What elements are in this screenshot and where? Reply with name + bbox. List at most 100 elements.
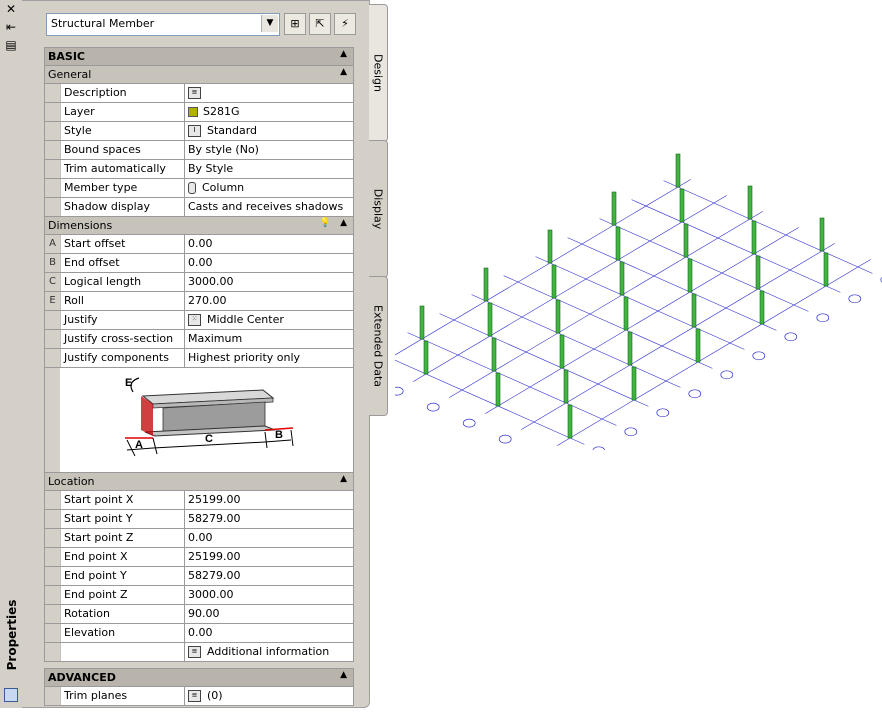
property-value[interactable]: Maximum bbox=[188, 330, 353, 348]
property-value[interactable]: 3000.00 bbox=[188, 273, 353, 291]
property-row-bound-spaces[interactable]: Bound spaces By style (No) bbox=[44, 140, 354, 159]
grid-bubble bbox=[848, 294, 862, 304]
structural-column bbox=[611, 191, 617, 226]
palette-menu-icon[interactable]: ▤ bbox=[3, 38, 19, 52]
property-value[interactable]: ≡ (0) bbox=[188, 687, 353, 705]
property-row-rotation[interactable]: Rotation 90.00 bbox=[44, 604, 354, 623]
property-label: Bound spaces bbox=[60, 141, 185, 159]
property-row-end-z[interactable]: End point Z 3000.00 bbox=[44, 585, 354, 604]
category-location[interactable]: Location ▲ bbox=[44, 472, 354, 490]
property-label: Start point Y bbox=[60, 510, 185, 528]
property-row-start-x[interactable]: Start point X 25199.00 bbox=[44, 490, 354, 509]
property-row-justify-cross-section[interactable]: Justify cross-section Maximum bbox=[44, 329, 354, 348]
property-value[interactable]: ≡ Additional information bbox=[188, 643, 353, 661]
property-value[interactable]: ⁙ Middle Center bbox=[188, 311, 353, 329]
property-value[interactable]: 25199.00 bbox=[188, 548, 353, 566]
property-value[interactable]: S281G bbox=[188, 103, 353, 121]
property-row-description[interactable]: Description ≡ bbox=[44, 83, 354, 102]
property-value[interactable]: Casts and receives shadows bbox=[188, 198, 353, 216]
property-row-logical-length[interactable]: C Logical length 3000.00 bbox=[44, 272, 354, 291]
property-row-justify-components[interactable]: Justify components Highest priority only bbox=[44, 348, 354, 367]
property-row-end-x[interactable]: End point X 25199.00 bbox=[44, 547, 354, 566]
row-gutter bbox=[45, 510, 60, 528]
section-title: ADVANCED bbox=[48, 671, 116, 684]
tab-display[interactable]: Display bbox=[369, 140, 388, 278]
grid-bubble bbox=[656, 408, 670, 418]
tab-design[interactable]: Design bbox=[369, 4, 388, 142]
tab-extended-data[interactable]: Extended Data bbox=[369, 276, 388, 416]
structural-column bbox=[819, 217, 825, 252]
collapse-icon[interactable]: ▲ bbox=[340, 218, 347, 228]
collapse-icon[interactable]: ▲ bbox=[340, 474, 347, 484]
property-label: End point Z bbox=[60, 586, 185, 604]
property-value[interactable]: 0.00 bbox=[188, 235, 353, 253]
property-value[interactable]: 90.00 bbox=[188, 605, 353, 623]
collapse-icon[interactable]: ▲ bbox=[340, 49, 347, 59]
property-label: Roll bbox=[60, 292, 185, 310]
property-row-member-type[interactable]: Member type Column bbox=[44, 178, 354, 197]
close-icon[interactable]: ✕ bbox=[3, 2, 19, 16]
grid-bubble bbox=[498, 434, 512, 444]
property-value[interactable]: I Standard bbox=[188, 122, 353, 140]
dimension-letter: B bbox=[45, 254, 60, 272]
property-label: Justify bbox=[60, 311, 185, 329]
property-value[interactable]: 58279.00 bbox=[188, 567, 353, 585]
section-advanced[interactable]: ADVANCED ▲ bbox=[44, 668, 354, 686]
property-row-additional-info[interactable]: ≡ Additional information bbox=[44, 642, 354, 661]
property-value[interactable]: 270.00 bbox=[188, 292, 353, 310]
quick-select-icon[interactable]: ⊞ bbox=[284, 13, 306, 35]
property-value[interactable]: 25199.00 bbox=[188, 491, 353, 509]
property-row-trim-planes[interactable]: Trim planes ≡ (0) bbox=[44, 686, 354, 706]
structural-column bbox=[483, 267, 489, 302]
property-value[interactable]: By Style bbox=[188, 160, 353, 178]
property-row-start-z[interactable]: Start point Z 0.00 bbox=[44, 528, 354, 547]
property-row-end-y[interactable]: End point Y 58279.00 bbox=[44, 566, 354, 585]
lightbulb-icon[interactable]: 💡 bbox=[320, 218, 331, 228]
property-value[interactable]: Column bbox=[188, 179, 353, 197]
property-value[interactable]: 0.00 bbox=[188, 254, 353, 272]
column-type-icon bbox=[188, 182, 196, 194]
collapse-icon[interactable]: ▲ bbox=[340, 67, 347, 77]
section-basic[interactable]: BASIC ▲ bbox=[44, 47, 354, 65]
toggle-pickadd-icon[interactable]: ⚡ bbox=[334, 13, 356, 35]
property-value[interactable]: 58279.00 bbox=[188, 510, 353, 528]
property-row-layer[interactable]: Layer S281G bbox=[44, 102, 354, 121]
property-row-shadow[interactable]: Shadow display Casts and receives shadow… bbox=[44, 197, 354, 216]
row-gutter bbox=[45, 330, 60, 348]
property-value[interactable]: ≡ bbox=[188, 84, 353, 102]
additional-info-link[interactable]: Additional information bbox=[207, 645, 329, 658]
property-value[interactable]: By style (No) bbox=[188, 141, 353, 159]
tab-label: Extended Data bbox=[371, 304, 385, 388]
select-objects-icon[interactable]: ⇱ bbox=[309, 13, 331, 35]
grid-bubble bbox=[624, 427, 638, 437]
description-icon[interactable]: ≡ bbox=[188, 87, 201, 99]
category-dimensions[interactable]: Dimensions 💡 ▲ bbox=[44, 216, 354, 234]
category-general[interactable]: General ▲ bbox=[44, 65, 354, 83]
property-row-trim[interactable]: Trim automatically By Style bbox=[44, 159, 354, 178]
palette-icon bbox=[4, 688, 18, 702]
property-value[interactable]: 0.00 bbox=[188, 529, 353, 547]
section-title: BASIC bbox=[48, 50, 85, 63]
property-row-elevation[interactable]: Elevation 0.00 bbox=[44, 623, 354, 642]
property-row-roll[interactable]: E Roll 270.00 bbox=[44, 291, 354, 310]
property-row-start-y[interactable]: Start point Y 58279.00 bbox=[44, 509, 354, 528]
drawing-viewport[interactable] bbox=[395, 140, 882, 450]
row-gutter bbox=[45, 122, 60, 140]
chevron-down-icon[interactable]: ▼ bbox=[261, 15, 278, 32]
row-gutter bbox=[45, 160, 60, 178]
property-row-style[interactable]: Style I Standard bbox=[44, 121, 354, 140]
structural-column bbox=[487, 302, 493, 337]
trim-planes-icon[interactable]: ≡ bbox=[188, 690, 201, 702]
property-row-start-offset[interactable]: A Start offset 0.00 bbox=[44, 234, 354, 253]
property-label: Justify cross-section bbox=[60, 330, 185, 348]
property-value[interactable]: Highest priority only bbox=[188, 349, 353, 367]
autohide-icon[interactable]: ⇤ bbox=[3, 20, 19, 34]
property-row-justify[interactable]: Justify ⁙ Middle Center bbox=[44, 310, 354, 329]
property-value[interactable]: 3000.00 bbox=[188, 586, 353, 604]
structural-column bbox=[631, 366, 637, 401]
additional-info-icon[interactable]: ≡ bbox=[188, 646, 201, 658]
collapse-icon[interactable]: ▲ bbox=[340, 670, 347, 680]
property-row-end-offset[interactable]: B End offset 0.00 bbox=[44, 253, 354, 272]
property-value[interactable]: 0.00 bbox=[188, 624, 353, 642]
object-type-dropdown[interactable]: Structural Member ▼ bbox=[46, 13, 280, 36]
